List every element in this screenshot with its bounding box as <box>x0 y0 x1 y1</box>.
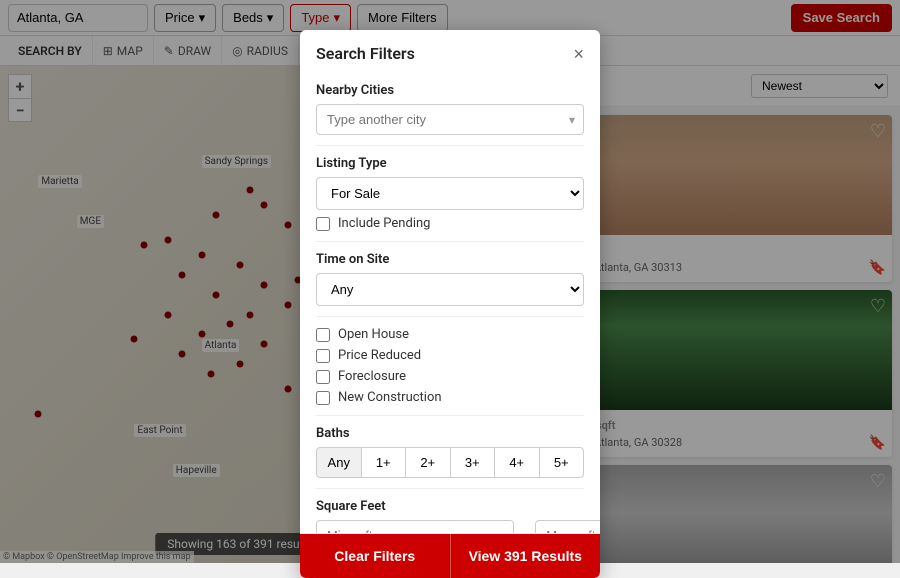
include-pending-label: Include Pending <box>338 216 430 231</box>
modal-overlay[interactable]: Search Filters × Nearby Cities ▾ Listing… <box>0 0 900 563</box>
price-reduced-label: Price Reduced <box>338 348 421 363</box>
foreclosure-checkbox[interactable] <box>316 370 330 384</box>
sqft-label: Square Feet <box>316 499 584 514</box>
foreclosure-label: Foreclosure <box>338 369 406 384</box>
open-house-label: Open House <box>338 327 409 342</box>
open-house-row: Open House <box>316 327 584 342</box>
modal-header: Search Filters × <box>300 30 600 73</box>
clear-filters-button[interactable]: Clear Filters <box>300 534 450 578</box>
listing-type-select[interactable]: For Sale For Rent Sold <box>316 177 584 210</box>
baths-row: Any 1+ 2+ 3+ 4+ 5+ <box>316 447 584 478</box>
bath-1plus-button[interactable]: 1+ <box>362 447 407 478</box>
sqft-min-input[interactable] <box>316 520 514 533</box>
new-construction-label: New Construction <box>338 390 442 405</box>
divider <box>316 241 584 242</box>
new-construction-checkbox[interactable] <box>316 391 330 405</box>
city-input-wrap: ▾ <box>316 104 584 135</box>
sqft-dash: – <box>520 528 529 534</box>
modal-title: Search Filters <box>316 44 415 63</box>
time-select[interactable]: Any 1 day 7 days 14 days 30 days <box>316 273 584 306</box>
bath-5plus-button[interactable]: 5+ <box>540 447 585 478</box>
bath-3plus-button[interactable]: 3+ <box>451 447 496 478</box>
divider <box>316 316 584 317</box>
city-input[interactable] <box>317 105 583 134</box>
close-icon: × <box>573 44 584 64</box>
foreclosure-row: Foreclosure <box>316 369 584 384</box>
bath-2plus-button[interactable]: 2+ <box>406 447 451 478</box>
listing-type-label: Listing Type <box>316 156 584 171</box>
divider <box>316 415 584 416</box>
include-pending-row: Include Pending <box>316 216 584 231</box>
bath-4plus-button[interactable]: 4+ <box>495 447 540 478</box>
nearby-cities-label: Nearby Cities <box>316 83 584 98</box>
modal-footer: Clear Filters View 391 Results <box>300 533 600 578</box>
baths-label: Baths <box>316 426 584 441</box>
new-construction-row: New Construction <box>316 390 584 405</box>
include-pending-checkbox[interactable] <box>316 217 330 231</box>
modal-close-button[interactable]: × <box>573 45 584 63</box>
modal-body: Nearby Cities ▾ Listing Type For Sale Fo… <box>300 73 600 533</box>
divider <box>316 145 584 146</box>
view-results-button[interactable]: View 391 Results <box>450 534 601 578</box>
price-reduced-row: Price Reduced <box>316 348 584 363</box>
search-filters-modal: Search Filters × Nearby Cities ▾ Listing… <box>300 30 600 578</box>
sqft-row: – <box>316 520 584 533</box>
price-reduced-checkbox[interactable] <box>316 349 330 363</box>
divider <box>316 488 584 489</box>
sqft-max-input[interactable] <box>535 520 600 533</box>
time-on-site-label: Time on Site <box>316 252 584 267</box>
open-house-checkbox[interactable] <box>316 328 330 342</box>
city-chevron-icon: ▾ <box>569 113 575 127</box>
bath-any-button[interactable]: Any <box>316 447 362 478</box>
